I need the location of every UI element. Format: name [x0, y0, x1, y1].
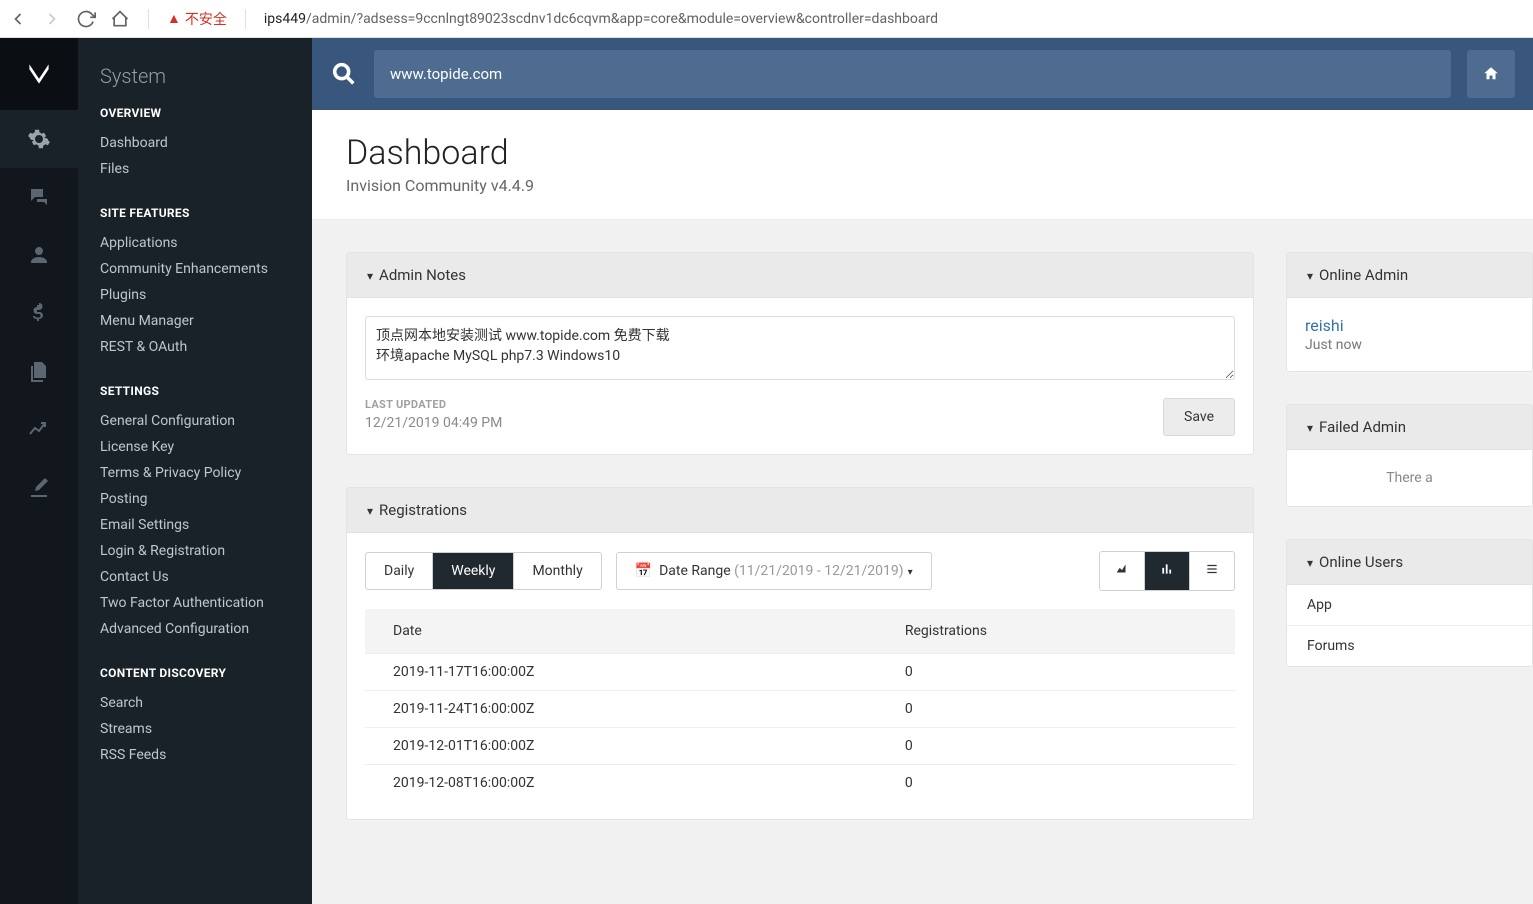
chart-area-icon[interactable]: [1100, 552, 1145, 590]
caret-down-icon: ▾: [1307, 556, 1313, 570]
caret-down-icon: ▾: [367, 269, 373, 283]
list-item[interactable]: App: [1287, 585, 1532, 625]
caret-down-icon: ▾: [1307, 421, 1313, 435]
col-count: Registrations: [877, 609, 1235, 654]
registrations-table: Date Registrations 2019-11-17T16:00:00Z0…: [365, 609, 1235, 801]
rail-commerce-icon[interactable]: [0, 284, 78, 342]
sidebar-item[interactable]: Terms & Privacy Policy: [78, 460, 312, 486]
search-input[interactable]: www.topide.com: [374, 50, 1451, 98]
browser-forward-icon: [42, 9, 62, 29]
failed-admin-empty: There a: [1287, 450, 1532, 506]
online-users-widget: ▾Online Users AppForums: [1286, 539, 1533, 667]
sidebar-item[interactable]: Login & Registration: [78, 538, 312, 564]
sidebar-group-head: SITE FEATURES: [78, 182, 312, 230]
sidebar-item[interactable]: Search: [78, 690, 312, 716]
sidebar-item[interactable]: General Configuration: [78, 408, 312, 434]
sidebar-item[interactable]: Files: [78, 156, 312, 182]
online-admins-header[interactable]: ▾Online Admin: [1287, 253, 1532, 298]
rail-pages-icon[interactable]: [0, 342, 78, 400]
last-updated-date: 12/21/2019 04:49 PM: [365, 415, 502, 431]
browser-security-warning[interactable]: ▲ 不安全: [167, 9, 227, 29]
col-date: Date: [365, 609, 877, 654]
table-row: 2019-12-01T16:00:00Z0: [365, 727, 1235, 764]
page-subtitle: Invision Community v4.4.9: [346, 176, 1499, 195]
page-header: Dashboard Invision Community v4.4.9: [312, 110, 1533, 220]
tab-weekly[interactable]: Weekly: [433, 553, 514, 589]
browser-reload-icon[interactable]: [76, 9, 96, 29]
caret-down-icon: ▾: [908, 567, 913, 578]
sidebar-item[interactable]: Menu Manager: [78, 308, 312, 334]
browser-back-icon[interactable]: [8, 9, 28, 29]
app-sidebar: System OVERVIEWDashboardFilesSITE FEATUR…: [78, 38, 312, 904]
sidebar-item[interactable]: Streams: [78, 716, 312, 742]
interval-tabs: Daily Weekly Monthly: [365, 552, 602, 590]
top-bar: www.topide.com: [312, 38, 1533, 110]
search-icon[interactable]: [330, 60, 358, 88]
admin-notes-header[interactable]: ▾Admin Notes: [347, 253, 1253, 298]
site-home-button[interactable]: [1467, 50, 1515, 98]
warning-triangle-icon: ▲: [167, 10, 181, 27]
sidebar-group-head: OVERVIEW: [78, 106, 312, 130]
sidebar-item[interactable]: REST & OAuth: [78, 334, 312, 360]
sidebar-item[interactable]: Email Settings: [78, 512, 312, 538]
sidebar-item[interactable]: Dashboard: [78, 130, 312, 156]
rail-chat-icon[interactable]: [0, 168, 78, 226]
caret-down-icon: ▾: [367, 504, 373, 518]
sidebar-item[interactable]: Posting: [78, 486, 312, 512]
rail-system-icon[interactable]: [0, 110, 78, 168]
chart-list-icon[interactable]: [1190, 552, 1234, 590]
last-updated-label: LAST UPDATED: [365, 398, 502, 411]
browser-home-icon[interactable]: [110, 9, 130, 29]
sidebar-group-head: CONTENT DISCOVERY: [78, 642, 312, 690]
browser-address-bar: ▲ 不安全 ips449/admin/?adsess=9ccnlngt89023…: [0, 0, 1533, 38]
online-admin-user-link[interactable]: reishi: [1305, 316, 1514, 335]
sidebar-group-head: SETTINGS: [78, 360, 312, 408]
tab-monthly[interactable]: Monthly: [514, 553, 600, 589]
save-button[interactable]: Save: [1163, 398, 1235, 436]
admin-notes-widget: ▾Admin Notes LAST UPDATED 12/21/2019 04:…: [346, 252, 1254, 455]
sidebar-item[interactable]: License Key: [78, 434, 312, 460]
tab-daily[interactable]: Daily: [366, 553, 433, 589]
rail-theme-icon[interactable]: [0, 458, 78, 516]
chart-bar-icon[interactable]: [1145, 552, 1190, 590]
sidebar-item[interactable]: Plugins: [78, 282, 312, 308]
registrations-widget: ▾Registrations Daily Weekly Monthly 📅 Da…: [346, 487, 1254, 820]
table-row: 2019-11-24T16:00:00Z0: [365, 690, 1235, 727]
app-logo[interactable]: [0, 38, 78, 110]
table-row: 2019-12-08T16:00:00Z0: [365, 764, 1235, 801]
sidebar-item[interactable]: Advanced Configuration: [78, 616, 312, 642]
caret-down-icon: ▾: [1307, 269, 1313, 283]
registrations-header[interactable]: ▾Registrations: [347, 488, 1253, 533]
main-area: www.topide.com Dashboard Invision Commun…: [312, 38, 1533, 904]
calendar-icon: 📅: [635, 563, 652, 579]
online-admin-time: Just now: [1305, 337, 1514, 353]
sidebar-item[interactable]: RSS Feeds: [78, 742, 312, 768]
rail-user-icon[interactable]: [0, 226, 78, 284]
page-title: Dashboard: [346, 136, 1499, 172]
rail-stats-icon[interactable]: [0, 400, 78, 458]
online-users-header[interactable]: ▾Online Users: [1287, 540, 1532, 585]
browser-url[interactable]: ips449/admin/?adsess=9ccnlngt89023scdnv1…: [264, 11, 938, 27]
chart-type-tabs: [1099, 551, 1235, 591]
sidebar-item[interactable]: Contact Us: [78, 564, 312, 590]
date-range-picker[interactable]: 📅 Date Range (11/21/2019 - 12/21/2019)▾: [616, 552, 932, 590]
sidebar-title: System: [78, 64, 312, 106]
table-row: 2019-11-17T16:00:00Z0: [365, 653, 1235, 690]
app-icon-rail: [0, 38, 78, 904]
sidebar-item[interactable]: Applications: [78, 230, 312, 256]
admin-notes-textarea[interactable]: [365, 316, 1235, 380]
sidebar-item[interactable]: Community Enhancements: [78, 256, 312, 282]
list-item[interactable]: Forums: [1287, 625, 1532, 666]
online-admins-widget: ▾Online Admin reishi Just now: [1286, 252, 1533, 372]
failed-admin-header[interactable]: ▾Failed Admin: [1287, 405, 1532, 450]
sidebar-item[interactable]: Two Factor Authentication: [78, 590, 312, 616]
failed-admin-widget: ▾Failed Admin There a: [1286, 404, 1533, 507]
